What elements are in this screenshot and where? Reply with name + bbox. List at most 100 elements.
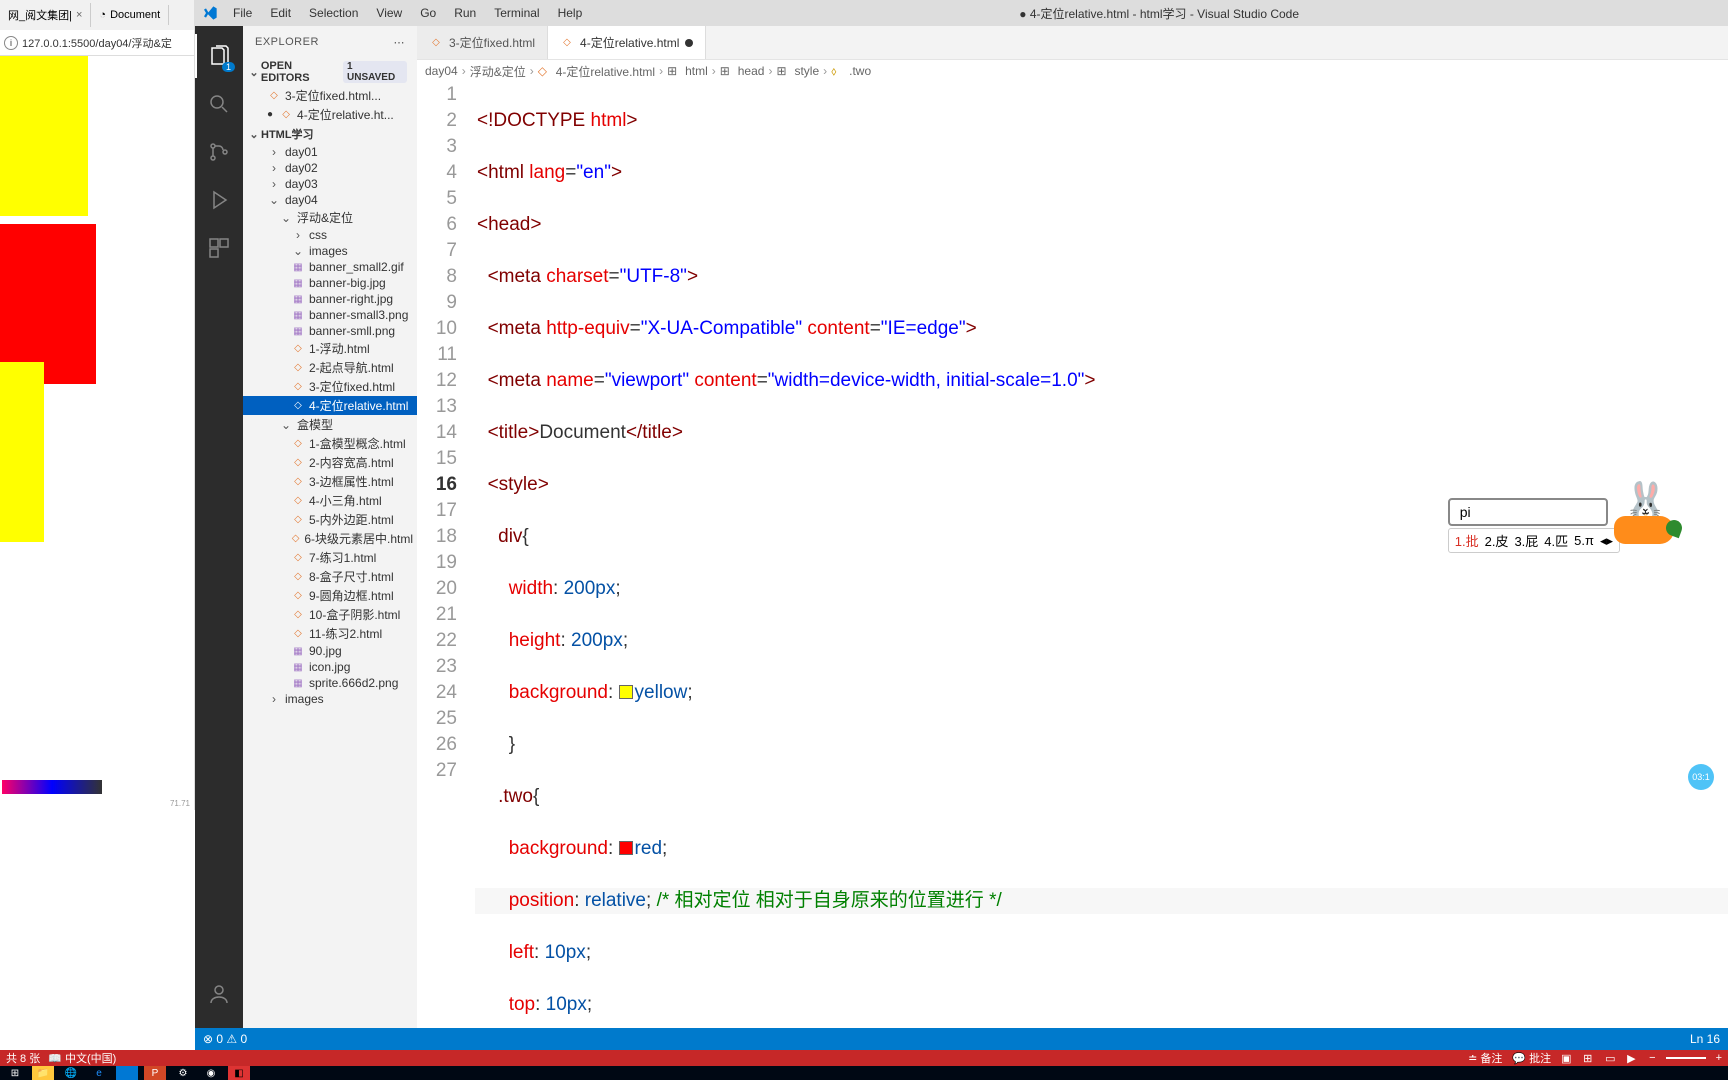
chrome-icon[interactable]: 🌐 bbox=[60, 1066, 82, 1080]
file-item[interactable]: ▦banner-big.jpg bbox=[243, 275, 417, 291]
file-item[interactable]: ◇6-块级元素居中.html bbox=[243, 529, 417, 548]
folder-item[interactable]: ⌄浮动&定位 bbox=[243, 208, 417, 227]
file-item[interactable]: ▦icon.jpg bbox=[243, 659, 417, 675]
file-item[interactable]: ◇5-内外边距.html bbox=[243, 510, 417, 529]
status-problems[interactable]: ⊗ 0 ⚠ 0 bbox=[203, 1032, 247, 1046]
open-editors-header[interactable]: ⌄OPEN EDITORS1 UNSAVED bbox=[243, 58, 417, 86]
file-item[interactable]: ◇7-练习1.html bbox=[243, 548, 417, 567]
file-item-active[interactable]: ◇4-定位relative.html bbox=[243, 396, 417, 415]
powerpoint-icon[interactable]: P bbox=[144, 1066, 166, 1080]
ime-paging-icon[interactable]: ◂▸ bbox=[1600, 533, 1613, 549]
file-explorer-icon[interactable]: 📁 bbox=[32, 1066, 54, 1080]
file-item[interactable]: ◇3-边框属性.html bbox=[243, 472, 417, 491]
folder-item[interactable]: ›images bbox=[243, 691, 417, 707]
view-reading-icon[interactable]: ▭ bbox=[1605, 1052, 1617, 1064]
project-header[interactable]: ⌄HTML学习 bbox=[243, 124, 417, 144]
ie-icon[interactable]: e bbox=[88, 1066, 110, 1080]
lang-label[interactable]: 📖 中文(中国) bbox=[48, 1050, 116, 1066]
folder-item[interactable]: ⌄盒模型 bbox=[243, 415, 417, 434]
menu-edit[interactable]: Edit bbox=[262, 4, 299, 22]
file-item[interactable]: ◇1-浮动.html bbox=[243, 339, 417, 358]
menu-go[interactable]: Go bbox=[412, 4, 444, 22]
info-icon: i bbox=[4, 36, 18, 50]
ime-candidate[interactable]: 3.屁 bbox=[1514, 531, 1538, 550]
explorer-header: EXPLORER ⋯ bbox=[243, 26, 417, 58]
breadcrumb[interactable]: day04› 浮动&定位› ◇4-定位relative.html› ⊞html›… bbox=[417, 60, 1728, 82]
status-line-col[interactable]: Ln 16 bbox=[1690, 1032, 1720, 1046]
browser-tab-1[interactable]: 网_阅文集团|× bbox=[0, 3, 91, 27]
code-editor[interactable]: 1234567891011121314151617181920212223242… bbox=[417, 82, 1728, 1080]
menu-run[interactable]: Run bbox=[446, 4, 484, 22]
file-item[interactable]: ◇1-盒模型概念.html bbox=[243, 434, 417, 453]
file-item[interactable]: ◇4-小三角.html bbox=[243, 491, 417, 510]
file-item[interactable]: ▦banner_small2.gif bbox=[243, 259, 417, 275]
loading-icon: ◔ bbox=[99, 9, 106, 21]
file-item[interactable]: ◇9-圆角边框.html bbox=[243, 586, 417, 605]
ime-candidate[interactable]: 4.匹 bbox=[1544, 531, 1568, 550]
zoom-in-icon[interactable]: + bbox=[1716, 1052, 1722, 1064]
close-icon[interactable]: × bbox=[76, 9, 82, 21]
file-item[interactable]: ▦banner-right.jpg bbox=[243, 291, 417, 307]
file-item[interactable]: ◇2-起点导航.html bbox=[243, 358, 417, 377]
menu-help[interactable]: Help bbox=[550, 4, 591, 22]
more-icon[interactable]: ⋯ bbox=[394, 36, 406, 49]
menu-file[interactable]: File bbox=[225, 4, 260, 22]
ime-input[interactable] bbox=[1448, 498, 1608, 526]
vscode-logo-icon bbox=[201, 4, 219, 22]
timer-badge[interactable]: 03:1 bbox=[1688, 764, 1714, 790]
folder-item[interactable]: ⌄day04 bbox=[243, 192, 417, 208]
open-editor-item[interactable]: ◇4-定位relative.ht... bbox=[243, 105, 417, 124]
preview-box-3 bbox=[0, 362, 44, 542]
code-content[interactable]: <!DOCTYPE html> <html lang="en"> <head> … bbox=[475, 82, 1728, 1080]
settings-taskbar-icon[interactable]: ⚙ bbox=[172, 1066, 194, 1080]
source-control-icon[interactable] bbox=[195, 130, 243, 174]
folder-item[interactable]: ⌄images bbox=[243, 243, 417, 259]
file-item[interactable]: ◇11-练习2.html bbox=[243, 624, 417, 643]
zoom-out-icon[interactable]: − bbox=[1649, 1052, 1655, 1064]
explorer-icon[interactable]: 1 bbox=[195, 34, 243, 78]
start-button[interactable]: ⊞ bbox=[4, 1066, 26, 1080]
search-icon[interactable] bbox=[195, 82, 243, 126]
explorer-sidebar: EXPLORER ⋯ ⌄OPEN EDITORS1 UNSAVED ◇3-定位f… bbox=[243, 26, 417, 1080]
ime-candidate[interactable]: 5.π bbox=[1574, 533, 1594, 548]
dirty-indicator-icon bbox=[685, 39, 693, 47]
notes-button[interactable]: ≐ 备注 bbox=[1468, 1050, 1502, 1066]
file-item[interactable]: ▦90.jpg bbox=[243, 643, 417, 659]
browser-tab-2[interactable]: ◔Document bbox=[91, 5, 169, 25]
file-item[interactable]: ▦banner-smll.png bbox=[243, 323, 417, 339]
debug-icon[interactable] bbox=[195, 178, 243, 222]
slideshow-icon[interactable]: ▶ bbox=[1627, 1052, 1639, 1064]
folder-item[interactable]: ›day01 bbox=[243, 144, 417, 160]
obs-icon[interactable]: ◉ bbox=[200, 1066, 222, 1080]
file-item[interactable]: ◇3-定位fixed.html bbox=[243, 377, 417, 396]
address-bar[interactable]: i 127.0.0.1:5500/day04/浮动&定 bbox=[0, 30, 194, 56]
menu-view[interactable]: View bbox=[368, 4, 410, 22]
file-item[interactable]: ◇10-盒子阴影.html bbox=[243, 605, 417, 624]
windows-taskbar: ⊞ 📁 🌐 e P ⚙ ◉ ◧ bbox=[0, 1066, 1728, 1080]
ime-candidates[interactable]: 1.批 2.皮 3.屁 4.匹 5.π ◂▸ bbox=[1448, 528, 1620, 553]
zoom-slider[interactable] bbox=[1666, 1057, 1706, 1059]
menu-selection[interactable]: Selection bbox=[301, 4, 366, 22]
vscode-taskbar-icon[interactable] bbox=[116, 1066, 138, 1080]
file-item[interactable]: ▦sprite.666d2.png bbox=[243, 675, 417, 691]
open-editor-item[interactable]: ◇3-定位fixed.html... bbox=[243, 86, 417, 105]
menu-terminal[interactable]: Terminal bbox=[486, 4, 547, 22]
folder-item[interactable]: ›day02 bbox=[243, 160, 417, 176]
file-item[interactable]: ▦banner-small3.png bbox=[243, 307, 417, 323]
editor-tab[interactable]: ◇3-定位fixed.html bbox=[417, 26, 548, 59]
view-sorter-icon[interactable]: ⊞ bbox=[1583, 1052, 1595, 1064]
ime-candidate[interactable]: 2.皮 bbox=[1485, 531, 1509, 550]
editor-tab-bar: ◇3-定位fixed.html ◇4-定位relative.html bbox=[417, 26, 1728, 60]
view-normal-icon[interactable]: ▣ bbox=[1561, 1052, 1573, 1064]
folder-item[interactable]: ›day03 bbox=[243, 176, 417, 192]
ime-candidate[interactable]: 1.批 bbox=[1455, 531, 1479, 550]
file-item[interactable]: ◇8-盒子尺寸.html bbox=[243, 567, 417, 586]
comments-button[interactable]: 💬 批注 bbox=[1512, 1050, 1551, 1066]
file-item[interactable]: ◇2-内容宽高.html bbox=[243, 453, 417, 472]
folder-item[interactable]: ›css bbox=[243, 227, 417, 243]
extensions-icon[interactable] bbox=[195, 226, 243, 270]
account-icon[interactable] bbox=[195, 972, 243, 1016]
app-icon[interactable]: ◧ bbox=[228, 1066, 250, 1080]
editor-tab-active[interactable]: ◇4-定位relative.html bbox=[548, 26, 706, 59]
ime-candidate-popup: 🐰 1.批 2.皮 3.屁 4.匹 5.π ◂▸ bbox=[1448, 498, 1620, 553]
